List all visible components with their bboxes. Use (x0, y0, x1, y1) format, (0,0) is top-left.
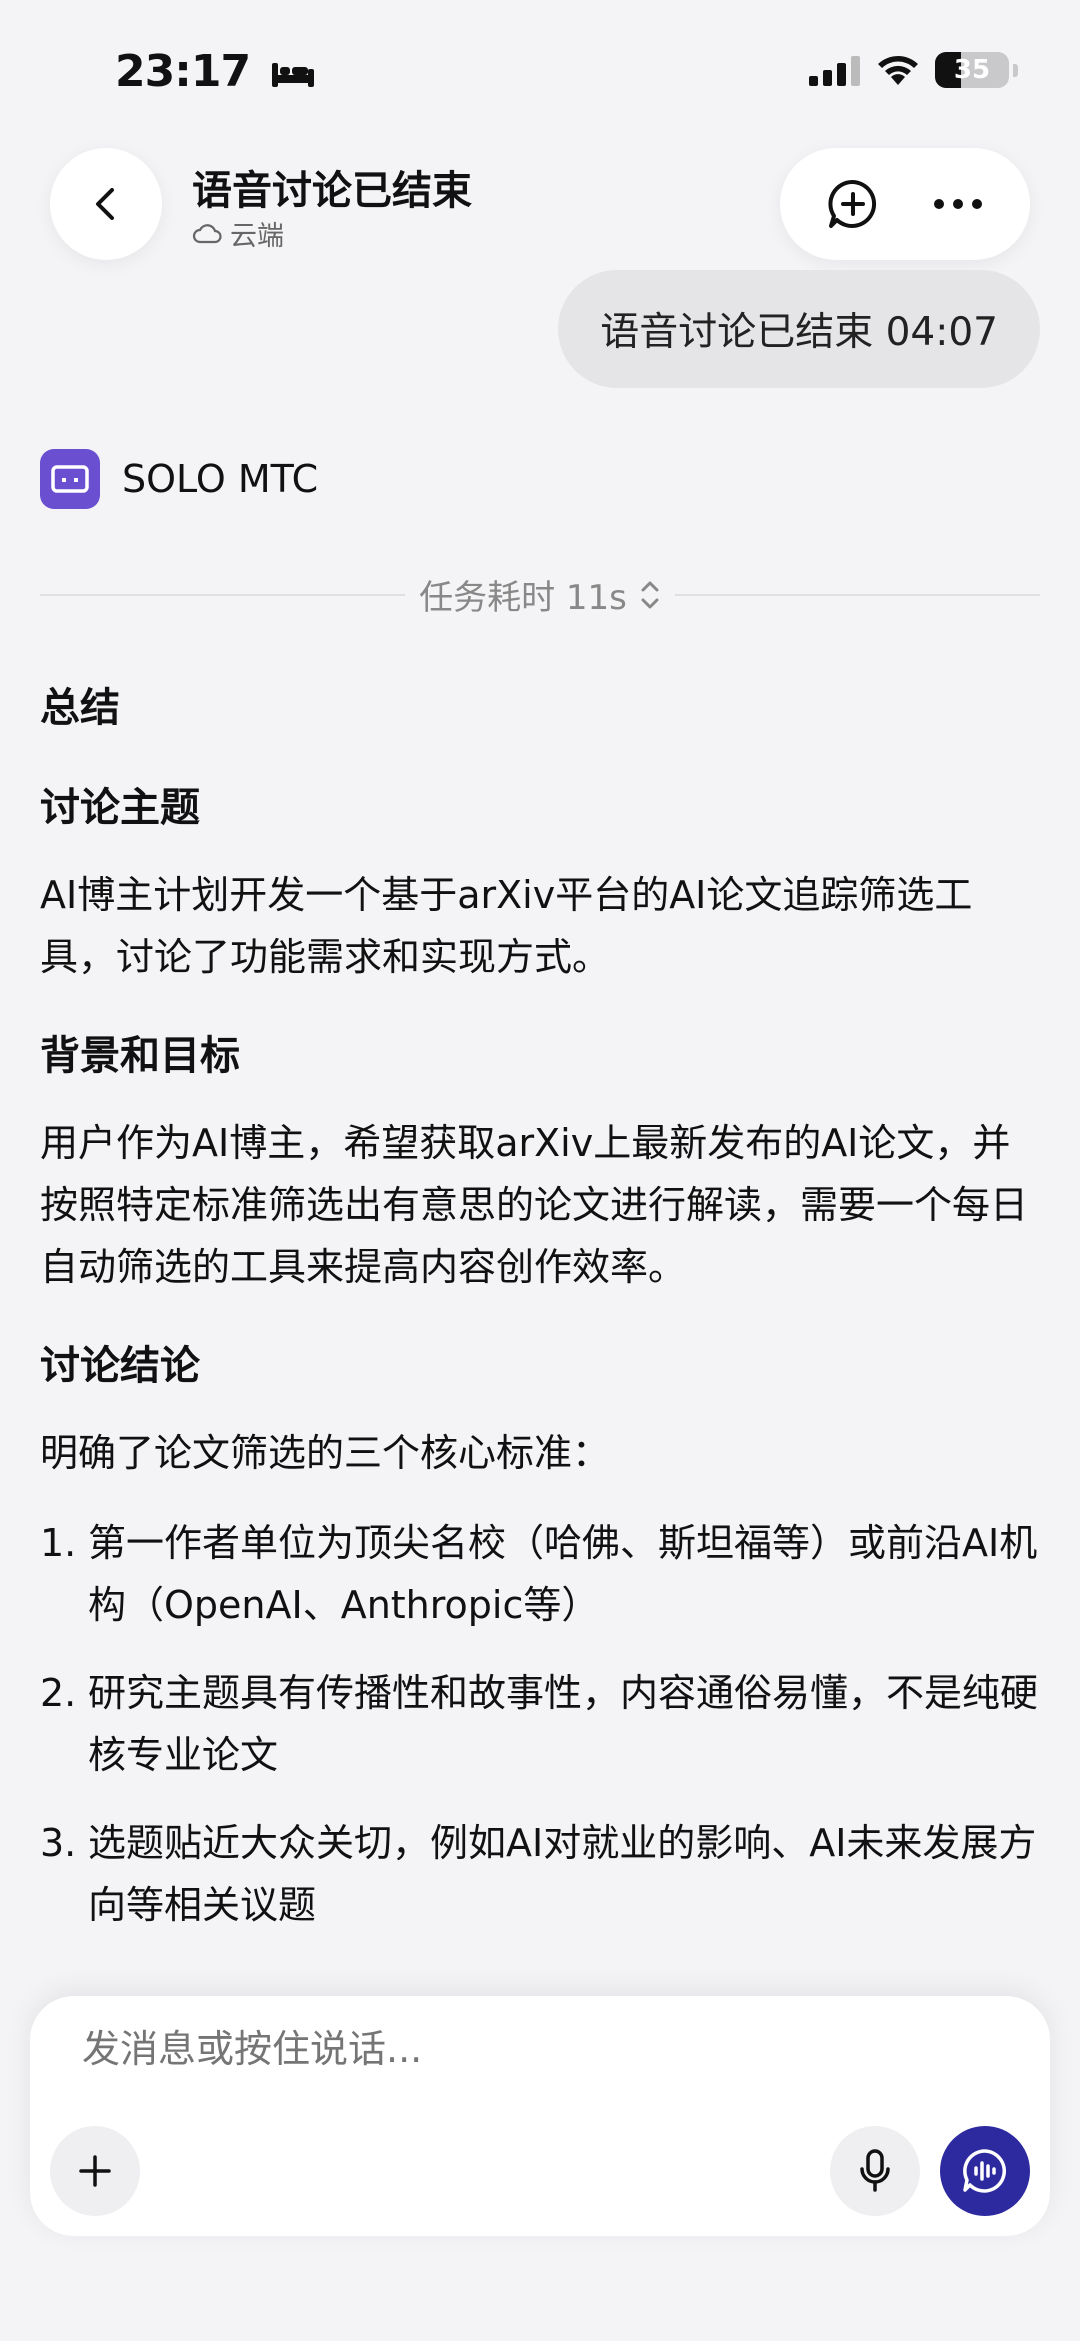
voice-wave-chat-icon (963, 2149, 1006, 2193)
microphone-icon (860, 2149, 890, 2192)
battery-level-text: 35 (953, 55, 991, 85)
chevron-left-icon (96, 188, 114, 220)
divider-line-left (40, 593, 406, 596)
section-heading-conclusion: 讨论结论 (40, 1343, 200, 1389)
list-item: 2. 研究主题具有传播性和故事性，内容通俗易懂，不是纯硬核专业论文 (40, 1662, 1040, 1786)
list-item-number: 1. (40, 1521, 77, 1565)
composer-fade (0, 1930, 1080, 2000)
list-item: 1. 第一作者单位为顶尖名校（哈佛、斯坦福等）或前沿AI机构（OpenAI、An… (40, 1512, 1040, 1636)
sleep-bed-icon (272, 63, 315, 87)
bot-icon (51, 465, 89, 493)
task-time-divider[interactable]: 任务耗时 11s (40, 570, 1041, 619)
section-heading-background: 背景和目标 (40, 1033, 240, 1079)
more-button[interactable] (923, 169, 993, 239)
user-message-bubble[interactable]: 语音讨论已结束 04:07 (558, 270, 1040, 388)
section-body-topic: AI博主计划开发一个基于arXiv平台的AI论文追踪筛选工具，讨论了功能需求和实… (40, 873, 973, 979)
section-body-conclusion: 明确了论文筛选的三个核心标准： (40, 1431, 611, 1475)
plus-icon (79, 2155, 111, 2187)
status-icons: 35 (809, 52, 1018, 88)
add-attachment-button[interactable] (50, 2126, 140, 2216)
voice-chat-button[interactable] (940, 2126, 1030, 2216)
status-time: 23:17 (115, 46, 316, 97)
list-item: 3. 选题贴近大众关切，例如AI对就业的影响、AI未来发展方向等相关议题 (40, 1812, 1040, 1936)
status-bar: 23:17 35 (0, 0, 1080, 140)
cloud-status: 云端 (192, 214, 284, 253)
battery-icon: 35 (935, 52, 1009, 88)
divider-line-right (674, 593, 1041, 596)
list-item-text: 第一作者单位为顶尖名校（哈佛、斯坦福等）或前沿AI机构（OpenAI、Anthr… (88, 1521, 1038, 1627)
chevron-up-down-icon (641, 581, 659, 608)
more-dots-icon (933, 199, 982, 209)
task-time-text: 任务耗时 11s (419, 578, 627, 618)
list-item-text: 研究主题具有传播性和故事性，内容通俗易懂，不是纯硬核专业论文 (88, 1671, 1039, 1777)
section-heading-topic: 讨论主题 (40, 785, 200, 831)
summary-content: 总结 讨论主题 AI博主计划开发一个基于arXiv平台的AI论文追踪筛选工具，讨… (40, 680, 1040, 1962)
list-item-number: 3. (40, 1821, 77, 1865)
list-item-number: 2. (40, 1671, 77, 1715)
section-body-background: 用户作为AI博主，希望获取arXiv上最新发布的AI论文，并按照特定标准筛选出有… (40, 1121, 1029, 1289)
summary-title: 总结 (40, 685, 120, 731)
list-item-text: 选题贴近大众关切，例如AI对就业的影响、AI未来发展方向等相关议题 (88, 1821, 1037, 1927)
agent-name: SOLO MTC (122, 457, 319, 501)
status-time-text: 23:17 (115, 46, 251, 97)
page-title: 语音讨论已结束 (192, 168, 472, 214)
header-actions (780, 148, 1030, 260)
new-chat-button[interactable] (818, 169, 888, 239)
microphone-button[interactable] (830, 2126, 920, 2216)
message-input[interactable] (80, 2026, 984, 2072)
user-message-text: 语音讨论已结束 04:07 (600, 310, 998, 355)
criteria-list: 1. 第一作者单位为顶尖名校（哈佛、斯坦福等）或前沿AI机构（OpenAI、An… (40, 1512, 1040, 1936)
cloud-status-text: 云端 (230, 221, 284, 252)
agent-avatar (40, 449, 100, 509)
signal-icon (809, 56, 860, 86)
cloud-icon (192, 223, 222, 243)
battery-cap (1013, 63, 1018, 77)
agent-header: SOLO MTC (40, 449, 318, 509)
wifi-icon (878, 56, 918, 85)
task-time-label[interactable]: 任务耗时 11s (405, 570, 675, 619)
message-composer (30, 1996, 1050, 2236)
chat-plus-icon (827, 179, 876, 228)
back-button[interactable] (50, 148, 162, 260)
